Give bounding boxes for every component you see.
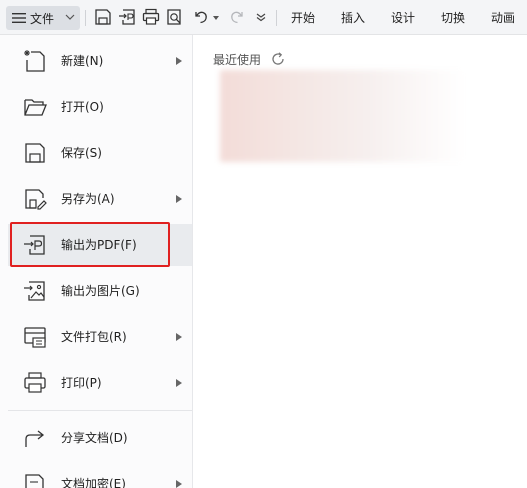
recent-section-label: 最近使用 — [213, 53, 262, 67]
print-preview-icon[interactable] — [166, 8, 184, 26]
tab-animation[interactable]: 动画 — [491, 10, 515, 26]
file-menu-label: 文件 — [30, 11, 55, 26]
chevron-right-icon — [176, 480, 182, 488]
menu-item-new[interactable]: 新建(N) — [8, 40, 192, 82]
chevron-right-icon — [176, 333, 182, 341]
chevron-right-icon — [176, 379, 182, 387]
menu-item-label: 文档加密(E) — [61, 477, 126, 488]
menu-item-open[interactable]: 打开(O) — [8, 86, 192, 128]
export-image-icon — [24, 281, 45, 301]
top-toolbar: 文件 开始 插入 设计 切换 动画 — [0, 0, 527, 35]
export-pdf-icon[interactable] — [118, 8, 136, 26]
menu-item-save[interactable]: 保存(S) — [8, 132, 192, 174]
save-as-icon — [25, 189, 47, 210]
tab-transition[interactable]: 切换 — [441, 10, 465, 26]
menu-item-label: 打开(O) — [61, 100, 104, 114]
menu-item-export-pdf[interactable]: 输出为PDF(F) — [8, 224, 192, 266]
menu-item-label: 另存为(A) — [61, 192, 115, 206]
menu-divider — [8, 410, 192, 411]
menu-item-label: 保存(S) — [61, 146, 102, 160]
menu-item-save-as[interactable]: 另存为(A) — [8, 178, 192, 220]
save-icon — [25, 143, 45, 163]
print-icon[interactable] — [142, 8, 160, 26]
toolbar-separator — [276, 10, 277, 26]
menu-item-label: 文件打包(R) — [61, 330, 127, 344]
share-icon — [25, 430, 45, 447]
menu-item-label: 输出为图片(G) — [61, 284, 140, 298]
chevron-right-icon — [176, 57, 182, 65]
tab-home[interactable]: 开始 — [291, 10, 315, 26]
menu-item-package[interactable]: 文件打包(R) — [8, 316, 192, 358]
undo-icon[interactable] — [192, 8, 210, 26]
menu-item-export-image[interactable]: 输出为图片(G) — [8, 270, 192, 312]
menu-item-label: 打印(P) — [61, 376, 102, 390]
menu-item-label: 新建(N) — [61, 54, 104, 68]
encrypt-icon — [25, 474, 44, 488]
hamburger-icon — [12, 13, 26, 23]
refresh-icon[interactable] — [270, 51, 286, 67]
new-document-icon — [24, 50, 45, 72]
folder-open-icon — [24, 99, 47, 116]
chevron-right-icon — [176, 195, 182, 203]
recent-file-thumbnail[interactable] — [220, 70, 465, 162]
menu-item-encrypt[interactable]: 文档加密(E) — [8, 463, 192, 488]
undo-dropdown-icon[interactable] — [212, 15, 220, 21]
toolbar-separator — [85, 10, 86, 26]
file-menu-button[interactable]: 文件 — [6, 6, 80, 30]
package-icon — [24, 327, 46, 348]
menu-item-print[interactable]: 打印(P) — [8, 362, 192, 404]
menu-item-label: 输出为PDF(F) — [61, 238, 137, 252]
menu-item-label: 分享文档(D) — [61, 431, 128, 445]
tab-insert[interactable]: 插入 — [341, 10, 365, 26]
export-pdf-icon — [24, 235, 45, 255]
print-icon — [24, 372, 46, 393]
save-icon[interactable] — [94, 8, 112, 26]
tab-design[interactable]: 设计 — [391, 10, 415, 26]
redo-icon[interactable] — [228, 8, 246, 26]
menu-item-share[interactable]: 分享文档(D) — [8, 417, 192, 459]
chevron-down-icon[interactable] — [256, 12, 266, 22]
chevron-down-icon — [65, 14, 75, 20]
